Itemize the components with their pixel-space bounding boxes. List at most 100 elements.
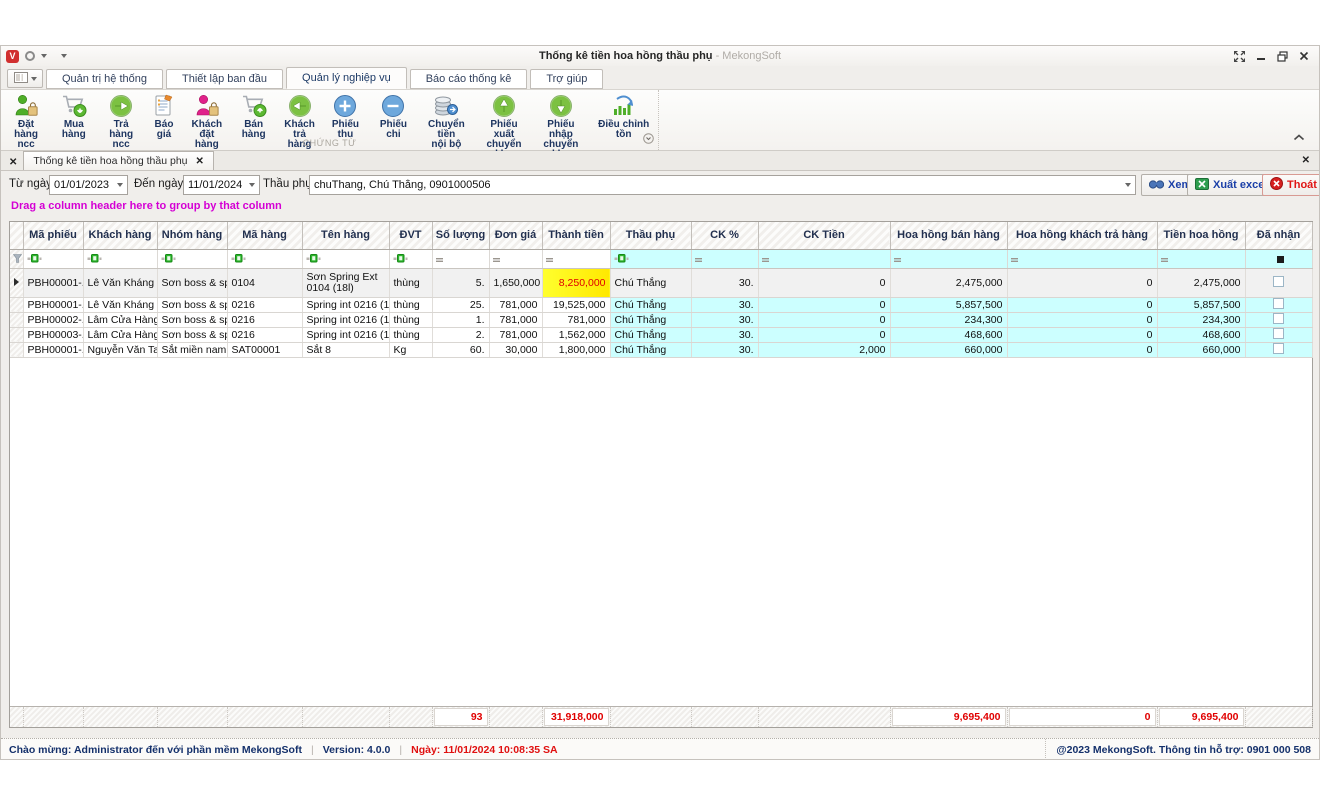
app-logo-icon[interactable]: V <box>6 50 19 63</box>
filter-cell[interactable] <box>542 249 610 268</box>
cell-tien_hh[interactable]: 5,857,500 <box>1157 297 1245 312</box>
filter-cell[interactable] <box>691 249 758 268</box>
filter-cell[interactable] <box>1157 249 1245 268</box>
toolbar-button[interactable]: Phiếu thu <box>321 91 369 141</box>
qat-customize-icon[interactable] <box>61 54 67 58</box>
filter-cell[interactable] <box>758 249 890 268</box>
cell-ck_tien[interactable]: 0 <box>758 312 890 327</box>
cell-ma_phieu[interactable]: PBH00001-... <box>23 297 83 312</box>
filter-cell[interactable] <box>23 249 83 268</box>
cell-thau_phu[interactable]: Chú Thắng <box>610 327 691 342</box>
toolbar-button[interactable]: Bán hàng <box>229 91 277 141</box>
cell-nhom_hang[interactable]: Sắt miền nam <box>157 342 227 357</box>
filter-cell[interactable] <box>489 249 542 268</box>
table-row[interactable]: PBH00001-...Lê Văn KhángSơn boss & sp...… <box>10 297 1312 312</box>
chevron-down-icon[interactable] <box>1125 183 1131 187</box>
cell-don_gia[interactable]: 1,650,000 <box>489 268 542 297</box>
cell-nhom_hang[interactable]: Sơn boss & sp... <box>157 268 227 297</box>
cell-ma_hang[interactable]: 0216 <box>227 297 302 312</box>
cell-tien_hh[interactable]: 234,300 <box>1157 312 1245 327</box>
cell-dvt[interactable]: thùng <box>389 327 432 342</box>
cell-thanh_tien[interactable]: 19,525,000 <box>542 297 610 312</box>
filter-cell[interactable] <box>1007 249 1157 268</box>
column-header[interactable]: Thầu phụ <box>610 222 691 249</box>
cell-thanh_tien[interactable]: 8,250,000 <box>542 268 610 297</box>
cell-ma_phieu[interactable]: PBH00002-... <box>23 312 83 327</box>
cell-nhom_hang[interactable]: Sơn boss & sp... <box>157 327 227 342</box>
cell-so_luong[interactable]: 2. <box>432 327 489 342</box>
cell-ck_pct[interactable]: 30. <box>691 342 758 357</box>
column-header[interactable]: Mã phiếu <box>23 222 83 249</box>
fullscreen-icon[interactable] <box>1234 51 1245 62</box>
cell-hh_tra[interactable]: 0 <box>1007 268 1157 297</box>
cell-don_gia[interactable]: 30,000 <box>489 342 542 357</box>
cell-don_gia[interactable]: 781,000 <box>489 297 542 312</box>
received-checkbox[interactable] <box>1273 343 1284 354</box>
received-checkbox[interactable] <box>1273 298 1284 309</box>
ribbon-tab[interactable]: Quản lý nghiệp vụ <box>286 67 407 89</box>
cell-ck_tien[interactable]: 0 <box>758 268 890 297</box>
column-header[interactable]: Hoa hồng khách trả hàng <box>1007 222 1157 249</box>
cell-hh_tra[interactable]: 0 <box>1007 297 1157 312</box>
from-date-input[interactable]: 01/01/2023 <box>49 175 128 195</box>
cell-ck_tien[interactable]: 0 <box>758 327 890 342</box>
group-by-hint[interactable]: Drag a column header here to group by th… <box>11 200 282 212</box>
filter-cell[interactable] <box>1245 249 1312 268</box>
cell-ck_pct[interactable]: 30. <box>691 268 758 297</box>
app-menu-button[interactable] <box>7 69 43 88</box>
cell-ten_hang[interactable]: Sơn Spring Ext 0104 (18l) <box>302 268 389 297</box>
minimize-icon[interactable] <box>1256 51 1266 61</box>
tabstrip-close-icon[interactable]: ✕ <box>1302 155 1310 166</box>
filter-cell[interactable] <box>302 249 389 268</box>
table-row[interactable]: PBH00003-...Lâm Cửa HàngSơn boss & sp...… <box>10 327 1312 342</box>
column-header[interactable]: CK % <box>691 222 758 249</box>
column-header[interactable]: Mã hàng <box>227 222 302 249</box>
cell-da_nhan[interactable] <box>1245 297 1312 312</box>
filter-cell[interactable] <box>157 249 227 268</box>
ribbon-tab[interactable]: Trợ giúp <box>530 69 603 89</box>
ribbon-tab[interactable]: Quản trị hệ thống <box>46 69 163 89</box>
filter-cell[interactable] <box>389 249 432 268</box>
cell-ten_hang[interactable]: Spring int 0216 (18l) <box>302 312 389 327</box>
chevron-down-icon[interactable] <box>117 183 123 187</box>
cell-ck_tien[interactable]: 0 <box>758 297 890 312</box>
cell-so_luong[interactable]: 25. <box>432 297 489 312</box>
cell-ma_hang[interactable]: SAT00001 <box>227 342 302 357</box>
column-header[interactable]: CK Tiền <box>758 222 890 249</box>
cell-thau_phu[interactable]: Chú Thắng <box>610 312 691 327</box>
cell-tien_hh[interactable]: 2,475,000 <box>1157 268 1245 297</box>
cell-ma_phieu[interactable]: PBH00001-... <box>23 342 83 357</box>
cell-da_nhan[interactable] <box>1245 342 1312 357</box>
to-date-input[interactable]: 11/01/2024 <box>183 175 260 195</box>
cell-ma_phieu[interactable]: PBH00001-... <box>23 268 83 297</box>
cell-nhom_hang[interactable]: Sơn boss & sp... <box>157 312 227 327</box>
cell-thau_phu[interactable]: Chú Thắng <box>610 297 691 312</box>
cell-dvt[interactable]: thùng <box>389 312 432 327</box>
received-checkbox[interactable] <box>1273 328 1284 339</box>
column-header[interactable]: Đơn giá <box>489 222 542 249</box>
column-header[interactable]: Thành tiền <box>542 222 610 249</box>
cell-hh_tra[interactable]: 0 <box>1007 342 1157 357</box>
cell-dvt[interactable]: thùng <box>389 268 432 297</box>
toolbar-button[interactable]: Mua hàng <box>49 91 98 141</box>
cell-hh_tra[interactable]: 0 <box>1007 327 1157 342</box>
cell-ck_tien[interactable]: 2,000 <box>758 342 890 357</box>
restore-icon[interactable] <box>1277 51 1288 62</box>
filter-cell[interactable] <box>890 249 1007 268</box>
column-header[interactable]: Tiền hoa hồng <box>1157 222 1245 249</box>
checkbox-filter-icon[interactable] <box>1277 256 1284 263</box>
cell-dvt[interactable]: thùng <box>389 297 432 312</box>
cell-da_nhan[interactable] <box>1245 327 1312 342</box>
cell-dvt[interactable]: Kg <box>389 342 432 357</box>
cell-ma_hang[interactable]: 0216 <box>227 327 302 342</box>
toolbar-button[interactable]: Phiếu chi <box>370 91 418 141</box>
cell-so_luong[interactable]: 1. <box>432 312 489 327</box>
close-icon[interactable] <box>1299 51 1309 61</box>
dialog-launcher-icon[interactable] <box>643 131 654 149</box>
table-row[interactable]: PBH00002-...Lâm Cửa HàngSơn boss & sp...… <box>10 312 1312 327</box>
filter-cell[interactable] <box>432 249 489 268</box>
filter-cell[interactable] <box>610 249 691 268</box>
cell-thau_phu[interactable]: Chú Thắng <box>610 342 691 357</box>
cell-ten_hang[interactable]: Sắt 8 <box>302 342 389 357</box>
filter-cell[interactable] <box>10 249 23 268</box>
